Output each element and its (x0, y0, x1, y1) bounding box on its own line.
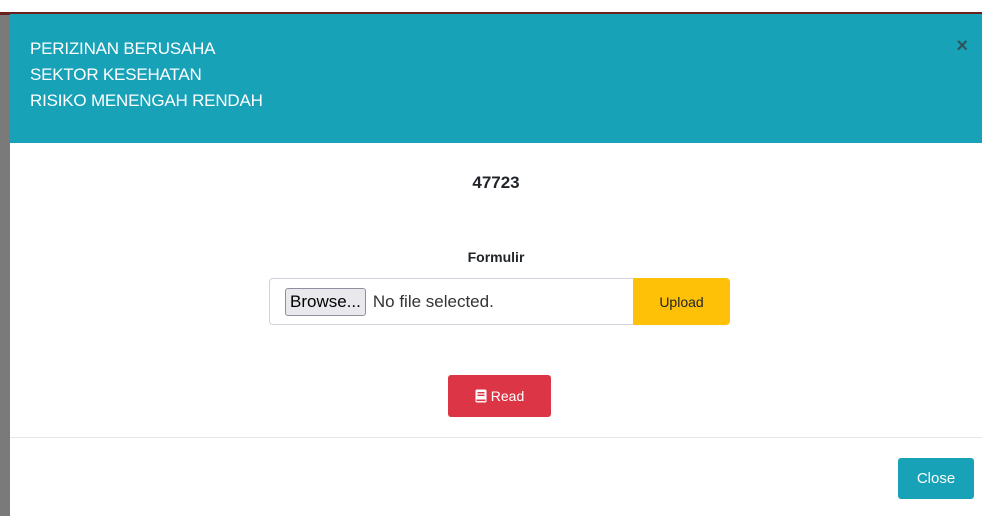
upload-button[interactable]: Upload (633, 278, 730, 325)
file-status-text: No file selected. (372, 291, 494, 311)
file-input[interactable]: Browse... No file selected. (269, 278, 633, 325)
browse-button[interactable]: Browse... (285, 287, 366, 316)
modal-header: PERIZINAN BERUSAHA SEKTOR KESEHATAN RISI… (10, 14, 982, 143)
close-button[interactable]: Close (898, 458, 974, 499)
close-icon[interactable]: × (956, 36, 968, 56)
modal-footer: Close (10, 437, 982, 516)
form-label: Formulir (467, 249, 525, 265)
modal-title-line-3: RISIKO MENENGAH RENDAH (30, 91, 263, 110)
modal-title-line-1: PERIZINAN BERUSAHA (30, 39, 216, 58)
book-icon (475, 389, 487, 403)
modal-body: 47723 Formulir Browse... No file selecte… (10, 143, 982, 437)
read-button[interactable]: Read (448, 375, 551, 417)
record-number: 47723 (472, 173, 520, 192)
background-page-strip (0, 0, 982, 15)
upload-input-group: Browse... No file selected. Upload (269, 278, 730, 325)
modal-title-line-2: SEKTOR KESEHATAN (30, 65, 202, 84)
read-button-label: Read (490, 388, 525, 404)
modal-dialog: PERIZINAN BERUSAHA SEKTOR KESEHATAN RISI… (10, 14, 982, 516)
